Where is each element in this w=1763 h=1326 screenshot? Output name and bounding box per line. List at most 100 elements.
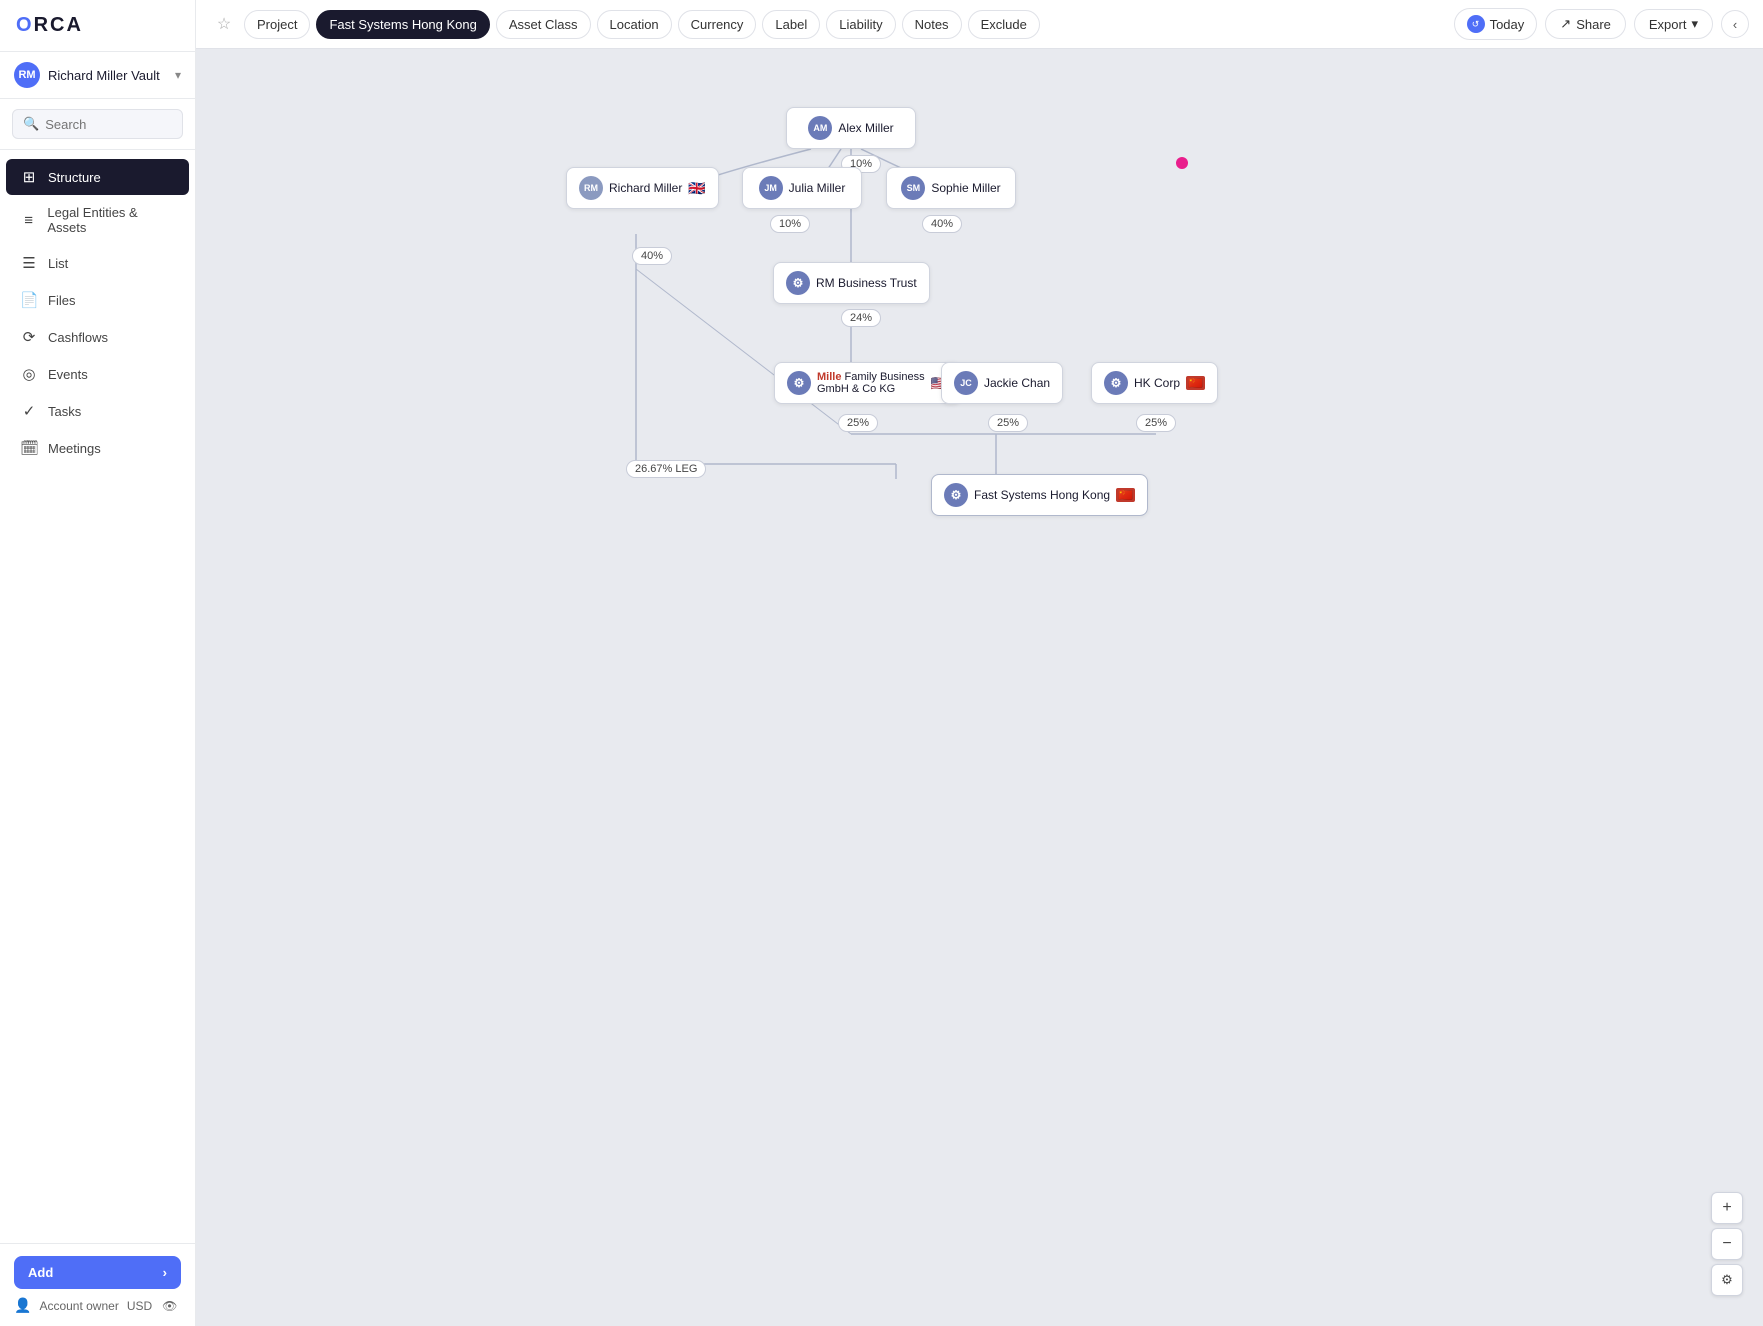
avatar-mille: ⚙ [787, 371, 811, 395]
flag-hkcorp: 🇨🇳 [1186, 376, 1205, 390]
topbar-project-button[interactable]: Project [244, 10, 310, 39]
node-header-alex: AM Alex Miller [808, 116, 893, 140]
avatar-fshk: ⚙ [944, 483, 968, 507]
add-button[interactable]: Add › [14, 1256, 181, 1289]
node-header-julia: JM Julia Miller [759, 176, 846, 200]
eye-icon: 👁 [162, 1299, 177, 1313]
label-alex-miller: Alex Miller [838, 121, 893, 135]
topbar-liability-button[interactable]: Liability [826, 10, 895, 39]
node-julia-miller[interactable]: JM Julia Miller [742, 167, 862, 209]
sidebar-label-events: Events [48, 367, 88, 382]
label-sophie-miller: Sophie Miller [931, 181, 1000, 195]
avatar-richard-miller: RM [579, 176, 603, 200]
share-button[interactable]: ↗ Share [1545, 9, 1626, 39]
logo-text: ORCA [16, 14, 83, 37]
avatar-hkcorp: ⚙ [1104, 371, 1128, 395]
sidebar-item-cashflows[interactable]: ⟳ Cashflows [6, 319, 189, 355]
topbar-fast-systems-button[interactable]: Fast Systems Hong Kong [316, 10, 489, 39]
avatar-alex-miller: AM [808, 116, 832, 140]
sidebar-nav: ⊞ Structure ≡ Legal Entities & Assets ☰ … [0, 150, 195, 1243]
sidebar-item-list[interactable]: ☰ List [6, 245, 189, 281]
account-icon: 👤 [14, 1297, 31, 1314]
vault-selector[interactable]: RM Richard Miller Vault ▾ [0, 52, 195, 99]
avatar-jackie: JC [954, 371, 978, 395]
structure-icon: ⊞ [20, 168, 38, 186]
avatar-rmbt: ⚙ [786, 271, 810, 295]
search-box: 🔍 [12, 109, 183, 139]
topbar: ☆ Project Fast Systems Hong Kong Asset C… [196, 0, 1763, 49]
main-content: ☆ Project Fast Systems Hong Kong Asset C… [196, 0, 1763, 1326]
asset-class-label: Asset Class [509, 17, 578, 32]
list-icon: ☰ [20, 254, 38, 272]
graph-canvas[interactable]: AM Alex Miller 10% RM Richard Miller 🇬🇧 … [196, 49, 1763, 1326]
sidebar-label-tasks: Tasks [48, 404, 81, 419]
share-icon: ↗ [1560, 16, 1571, 32]
notes-label: Notes [915, 17, 949, 32]
topbar-asset-class-button[interactable]: Asset Class [496, 10, 591, 39]
node-mille-family[interactable]: ⚙ Mille Family BusinessGmbH & Co KG 🇺🇸 [774, 362, 961, 404]
sidebar-label-cashflows: Cashflows [48, 330, 108, 345]
node-alex-miller[interactable]: AM Alex Miller [786, 107, 916, 149]
add-label: Add [28, 1265, 53, 1280]
vault-avatar: RM [14, 62, 40, 88]
node-jackie-chan[interactable]: JC Jackie Chan [941, 362, 1063, 404]
topbar-notes-button[interactable]: Notes [902, 10, 962, 39]
zoom-out-button[interactable]: − [1711, 1228, 1743, 1260]
sidebar-footer: Add › 👤 Account owner USD 👁 [0, 1243, 195, 1326]
events-icon: ◎ [20, 365, 38, 383]
export-button[interactable]: Export ▾ [1634, 9, 1713, 39]
topbar-label-button[interactable]: Label [762, 10, 820, 39]
node-header-mille: ⚙ Mille Family BusinessGmbH & Co KG 🇺🇸 [787, 371, 948, 395]
label-julia-miller: Julia Miller [789, 181, 846, 195]
search-input[interactable] [45, 117, 172, 132]
pct-hkcorp: 25% [1136, 414, 1176, 432]
node-rm-business-trust[interactable]: ⚙ RM Business Trust [773, 262, 930, 304]
node-header-sophie: SM Sophie Miller [901, 176, 1000, 200]
account-owner-label: Account owner [39, 1299, 118, 1313]
today-label: Today [1490, 17, 1525, 32]
label-rmbt: RM Business Trust [816, 276, 917, 290]
sidebar-item-tasks[interactable]: ✓ Tasks [6, 393, 189, 429]
sidebar-label-legal-entities: Legal Entities & Assets [47, 205, 175, 235]
topbar-today-button[interactable]: ↺ Today [1454, 8, 1538, 40]
add-arrow-icon: › [163, 1265, 167, 1280]
sidebar-item-meetings[interactable]: 🗓 Meetings [6, 430, 189, 466]
chevron-down-icon: ▾ [175, 68, 181, 82]
zoom-in-button[interactable]: + [1711, 1192, 1743, 1224]
connections-svg [196, 49, 1763, 1326]
topbar-exclude-button[interactable]: Exclude [968, 10, 1040, 39]
sidebar: ORCA RM Richard Miller Vault ▾ 🔍 ⊞ Struc… [0, 0, 196, 1326]
star-button[interactable]: ☆ [210, 10, 238, 38]
location-label: Location [610, 17, 659, 32]
exclude-label: Exclude [981, 17, 1027, 32]
pct-mille: 25% [838, 414, 878, 432]
topbar-right: ↺ Today ↗ Share Export ▾ ‹ [1454, 8, 1749, 40]
node-fast-systems-hk[interactable]: ⚙ Fast Systems Hong Kong 🇨🇳 [931, 474, 1148, 516]
node-hk-corp[interactable]: ⚙ HK Corp 🇨🇳 [1091, 362, 1218, 404]
search-icon: 🔍 [23, 116, 39, 132]
topbar-location-button[interactable]: Location [597, 10, 672, 39]
label-fshk: Fast Systems Hong Kong [974, 488, 1110, 502]
sidebar-label-list: List [48, 256, 68, 271]
currency-label: USD [127, 1299, 152, 1313]
pct-rmbt: 24% [841, 309, 881, 327]
sidebar-item-structure[interactable]: ⊞ Structure [6, 159, 189, 195]
today-icon: ↺ [1467, 15, 1485, 33]
account-row: 👤 Account owner USD 👁 [14, 1297, 181, 1314]
node-header-jackie: JC Jackie Chan [954, 371, 1050, 395]
node-sophie-miller[interactable]: SM Sophie Miller [886, 167, 1016, 209]
collapse-button[interactable]: ‹ [1721, 10, 1749, 38]
topbar-currency-button[interactable]: Currency [678, 10, 757, 39]
node-richard-miller[interactable]: RM Richard Miller 🇬🇧 [566, 167, 719, 209]
search-container: 🔍 [0, 99, 195, 150]
pct-julia-miller: 10% [770, 215, 810, 233]
logo: ORCA [0, 0, 195, 52]
sidebar-item-files[interactable]: 📄 Files [6, 282, 189, 318]
node-header-richard: RM Richard Miller 🇬🇧 [579, 176, 706, 200]
sidebar-label-meetings: Meetings [48, 441, 101, 456]
project-label: Project [257, 17, 297, 32]
sidebar-item-events[interactable]: ◎ Events [6, 356, 189, 392]
filter-button[interactable]: ⚙ [1711, 1264, 1743, 1296]
zoom-controls: + − ⚙ [1711, 1192, 1743, 1296]
sidebar-item-legal-entities[interactable]: ≡ Legal Entities & Assets [6, 196, 189, 244]
